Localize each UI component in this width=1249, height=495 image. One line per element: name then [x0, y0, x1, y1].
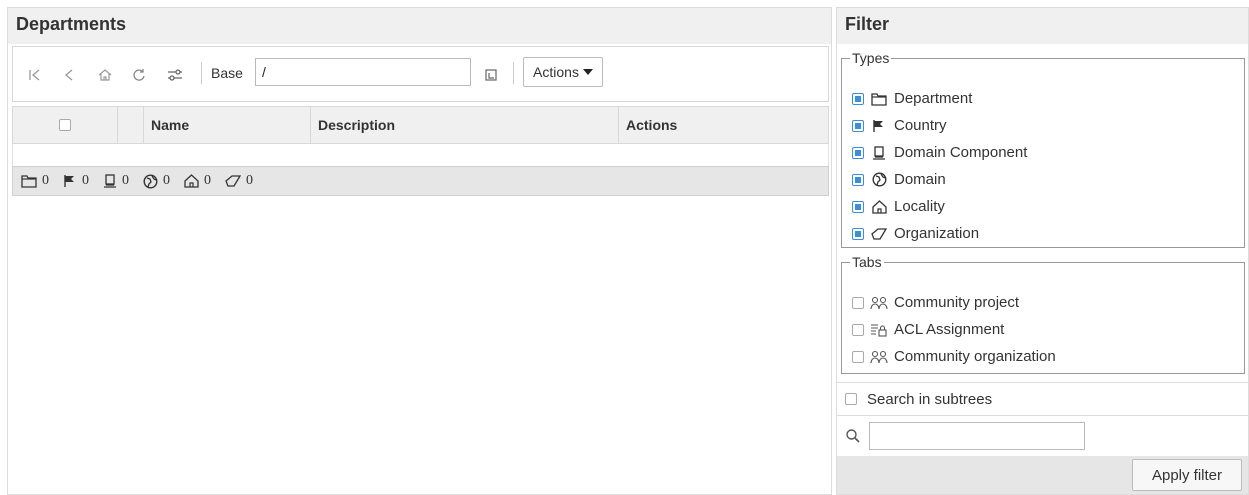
- domain-icon: [870, 172, 888, 188]
- toolbar-divider: [513, 62, 514, 84]
- search-in-subtrees[interactable]: Search in subtrees: [837, 382, 1248, 416]
- search-in-subtrees-label: Search in subtrees: [867, 390, 993, 408]
- filter-title: Filter: [837, 8, 1248, 44]
- first-page-icon[interactable]: [25, 65, 45, 85]
- country-icon: [64, 175, 74, 187]
- filter-type-domain[interactable]: Domain: [852, 171, 946, 188]
- count-country: 0: [63, 173, 89, 189]
- filter-type-organization[interactable]: Organization: [852, 225, 979, 242]
- home-icon[interactable]: [95, 65, 115, 85]
- settings-icon[interactable]: [165, 65, 185, 85]
- base-input[interactable]: [255, 58, 471, 86]
- column-divider: [117, 107, 118, 143]
- column-divider: [310, 107, 311, 143]
- tabs-fieldset: Tabs Community project ACL Assignment Co…: [841, 254, 1245, 374]
- tab-community-organization-checkbox[interactable]: [852, 350, 864, 363]
- column-description[interactable]: Description: [318, 117, 395, 133]
- domain-icon: [143, 173, 158, 189]
- type-department-checkbox[interactable]: [852, 92, 864, 105]
- department-icon: [870, 91, 888, 107]
- community-icon: [870, 295, 888, 311]
- base-select-icon[interactable]: [481, 65, 501, 85]
- departments-panel: Departments Base Actions: [7, 7, 832, 495]
- reload-icon[interactable]: [129, 65, 149, 85]
- grid-body: [12, 144, 829, 166]
- page-title: Departments: [8, 8, 831, 44]
- count-department: 0: [21, 173, 49, 189]
- toolbar: Base Actions: [12, 46, 829, 102]
- toolbar-divider: [201, 62, 202, 84]
- filter-type-locality[interactable]: Locality: [852, 198, 945, 215]
- type-domain-checkbox[interactable]: [852, 173, 864, 186]
- grid-header: Name Description Actions: [12, 106, 829, 144]
- filter-tab-community-project[interactable]: Community project: [852, 294, 1019, 311]
- type-organization-checkbox[interactable]: [852, 227, 864, 240]
- count-domain: 0: [143, 173, 170, 189]
- department-icon: [21, 175, 37, 188]
- select-all-checkbox[interactable]: [59, 119, 71, 131]
- column-actions[interactable]: Actions: [626, 117, 677, 133]
- types-fieldset: Types Department Country Domain Componen…: [841, 50, 1245, 248]
- filter-tab-acl-assignment[interactable]: ACL Assignment: [852, 321, 1004, 338]
- filter-type-country[interactable]: Country: [852, 117, 947, 134]
- departments-grid: Name Description Actions 0 0 0 0 0 0: [12, 106, 829, 196]
- search-row: [837, 416, 1248, 456]
- column-name[interactable]: Name: [151, 117, 189, 133]
- locality-icon: [870, 199, 888, 215]
- type-locality-checkbox[interactable]: [852, 200, 864, 213]
- filter-tab-community-organization[interactable]: Community organization: [852, 348, 1056, 365]
- filter-footer: Apply filter: [837, 456, 1248, 494]
- chevron-down-icon: [582, 69, 593, 75]
- community-icon: [870, 349, 888, 365]
- organization-icon: [225, 175, 241, 187]
- filter-panel: Filter Types Department Country Domain C…: [836, 7, 1249, 495]
- back-icon[interactable]: [59, 65, 79, 85]
- country-icon: [870, 118, 888, 134]
- actions-button[interactable]: Actions: [523, 57, 603, 87]
- type-domain-component-checkbox[interactable]: [852, 146, 864, 159]
- count-domain-component: 0: [103, 173, 129, 189]
- column-divider: [143, 107, 144, 143]
- apply-filter-button[interactable]: Apply filter: [1132, 459, 1242, 491]
- count-organization: 0: [225, 173, 253, 189]
- tab-acl-assignment-checkbox[interactable]: [852, 323, 864, 336]
- filter-type-domain-component[interactable]: Domain Component: [852, 144, 1027, 161]
- base-label: Base: [211, 65, 243, 81]
- grid-footer: 0 0 0 0 0 0: [12, 166, 829, 196]
- search-icon: [846, 429, 860, 443]
- filter-type-department[interactable]: Department: [852, 90, 972, 107]
- locality-icon: [184, 174, 199, 188]
- search-in-subtrees-checkbox[interactable]: [845, 393, 857, 405]
- count-locality: 0: [184, 173, 211, 189]
- acl-icon: [870, 322, 888, 338]
- domain-component-icon: [104, 174, 116, 188]
- search-input[interactable]: [869, 422, 1085, 450]
- actions-label: Actions: [533, 64, 579, 80]
- tab-community-project-checkbox[interactable]: [852, 296, 864, 309]
- organization-icon: [870, 226, 888, 242]
- domain-component-icon: [870, 145, 888, 161]
- types-legend: Types: [852, 50, 890, 66]
- tabs-legend: Tabs: [852, 254, 882, 270]
- type-country-checkbox[interactable]: [852, 119, 864, 132]
- column-divider: [618, 107, 619, 143]
